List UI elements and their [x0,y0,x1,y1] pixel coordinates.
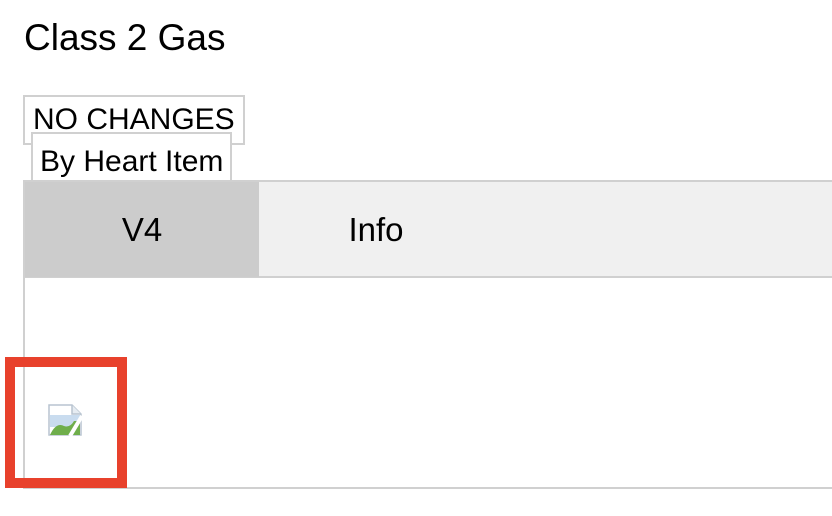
page-title: Class 2 Gas [24,17,226,58]
tab-info[interactable]: Info [259,182,493,278]
by-heart-item-label: By Heart Item [31,132,233,182]
tab-bar: V4 Info [25,182,832,278]
content-panel: V4 Info [23,180,832,489]
broken-image-icon[interactable] [48,404,82,436]
tab-v4[interactable]: V4 [25,182,259,277]
